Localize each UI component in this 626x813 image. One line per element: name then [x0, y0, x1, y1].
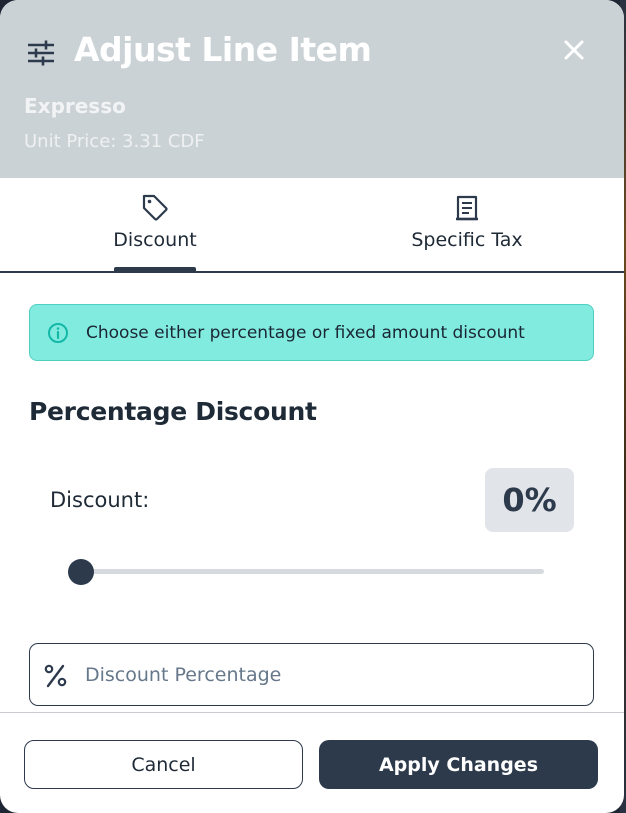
info-alert: Choose either percentage or fixed amount…	[29, 304, 594, 361]
discount-label: Discount:	[50, 488, 150, 512]
discount-slider-thumb[interactable]	[68, 559, 94, 585]
discount-slider-track[interactable]	[80, 569, 544, 574]
section-title: Percentage Discount	[29, 397, 317, 426]
close-icon	[563, 39, 585, 65]
close-button[interactable]	[556, 34, 592, 70]
tab-discount-label: Discount	[113, 229, 197, 251]
discount-percentage-field	[29, 643, 594, 706]
tab-bar: Discount Specific Tax	[0, 178, 624, 273]
percent-icon	[42, 662, 70, 690]
cancel-button[interactable]: Cancel	[24, 740, 303, 789]
modal-footer: Cancel Apply Changes	[0, 713, 624, 813]
alert-text: Choose either percentage or fixed amount…	[86, 323, 525, 343]
info-icon	[47, 322, 69, 344]
tab-specific-tax[interactable]: Specific Tax	[400, 178, 534, 271]
discount-value-badge: 0%	[485, 468, 574, 532]
adjust-line-item-modal: Adjust Line Item Expresso Unit Price: 3.…	[0, 0, 624, 813]
tab-discount[interactable]: Discount	[110, 178, 200, 271]
tab-specific-tax-label: Specific Tax	[411, 229, 523, 251]
tag-icon	[141, 193, 169, 223]
unit-price: Unit Price: 3.31 CDF	[24, 131, 205, 152]
discount-percentage-input[interactable]	[82, 654, 582, 696]
apply-changes-button[interactable]: Apply Changes	[319, 740, 598, 789]
discount-panel: Choose either percentage or fixed amount…	[0, 273, 624, 713]
receipt-icon	[453, 193, 481, 223]
item-name: Expresso	[24, 94, 126, 118]
sliders-icon	[26, 38, 56, 68]
modal-title: Adjust Line Item	[74, 30, 372, 69]
active-tab-indicator	[114, 267, 196, 271]
modal-header: Adjust Line Item Expresso Unit Price: 3.…	[0, 0, 624, 178]
